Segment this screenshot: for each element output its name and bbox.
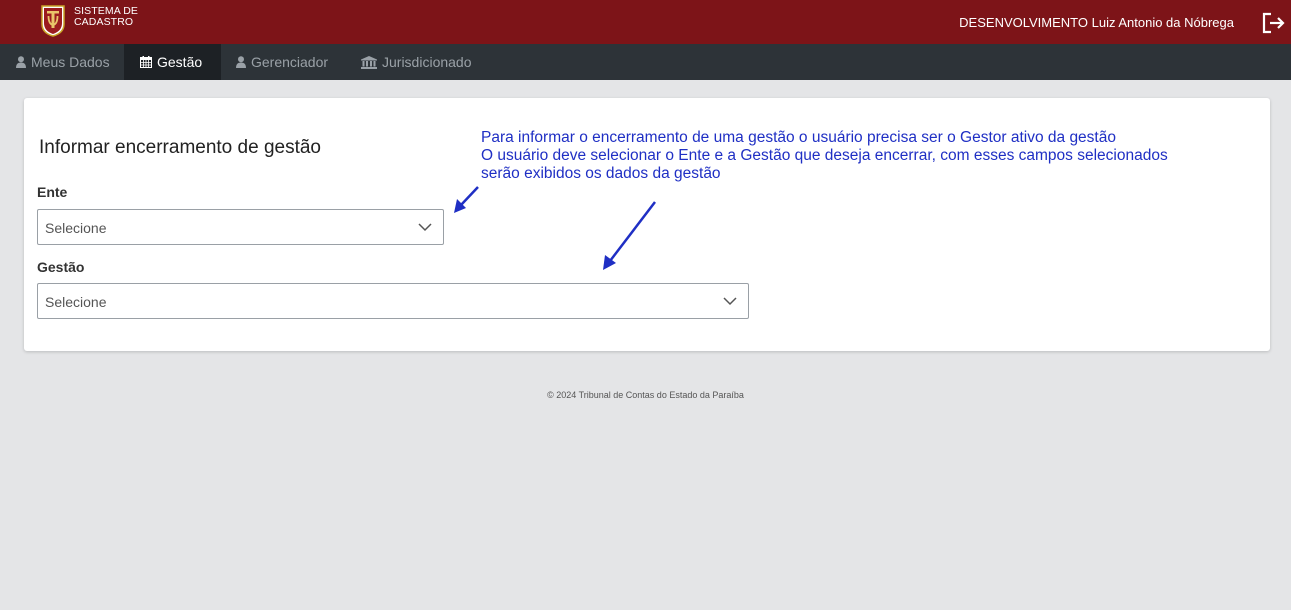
chevron-down-icon: [723, 297, 737, 306]
nav-label: Jurisdicionado: [382, 54, 472, 70]
annotation-note: Para informar o encerramento de uma gest…: [481, 129, 1168, 183]
user-icon: [16, 56, 26, 68]
ente-label: Ente: [37, 184, 68, 200]
page-title: Informar encerramento de gestão: [39, 137, 321, 158]
ente-select[interactable]: Selecione: [37, 209, 444, 245]
nav-item-meus-dados[interactable]: Meus Dados: [0, 44, 126, 80]
brand-line-2: CADASTRO: [74, 16, 134, 28]
user-name: DESENVOLVIMENTO Luiz Antonio da Nóbrega: [959, 15, 1234, 30]
annotation-line-3: serão exibidos os dados da gestão: [481, 165, 721, 182]
user-icon: [236, 56, 246, 68]
tce-logo-icon: [41, 5, 65, 37]
nav-item-gestao[interactable]: Gestão: [124, 44, 221, 80]
institution-icon: [361, 55, 377, 69]
nav-label: Gestão: [157, 54, 203, 70]
gestao-select-value: Selecione: [45, 294, 107, 310]
calendar-icon: [140, 56, 152, 68]
gestao-label: Gestão: [37, 259, 85, 275]
chevron-down-icon: [418, 223, 432, 232]
nav-label: Gerenciador: [251, 54, 329, 70]
annotation-line-2: O usuário deve selecionar o Ente e a Ges…: [481, 147, 1168, 164]
nav-label: Meus Dados: [31, 54, 110, 70]
annotation-line-1: Para informar o encerramento de uma gest…: [481, 129, 1116, 146]
top-bar: SISTEMA DE CADASTRO DESENVOLVIMENTO Luiz…: [0, 0, 1291, 44]
brand-name: SISTEMA DE CADASTRO: [74, 6, 138, 28]
footer-copyright: © 2024 Tribunal de Contas do Estado da P…: [547, 390, 744, 400]
nav-item-jurisdicionado[interactable]: Jurisdicionado: [345, 44, 488, 80]
main-navbar: Meus Dados Gestão Gerenciador Jurisdicio…: [0, 44, 1291, 80]
logout-icon[interactable]: [1261, 11, 1285, 35]
gestao-select[interactable]: Selecione: [37, 283, 749, 319]
nav-item-gerenciador[interactable]: Gerenciador: [220, 44, 344, 80]
ente-select-value: Selecione: [45, 220, 107, 236]
